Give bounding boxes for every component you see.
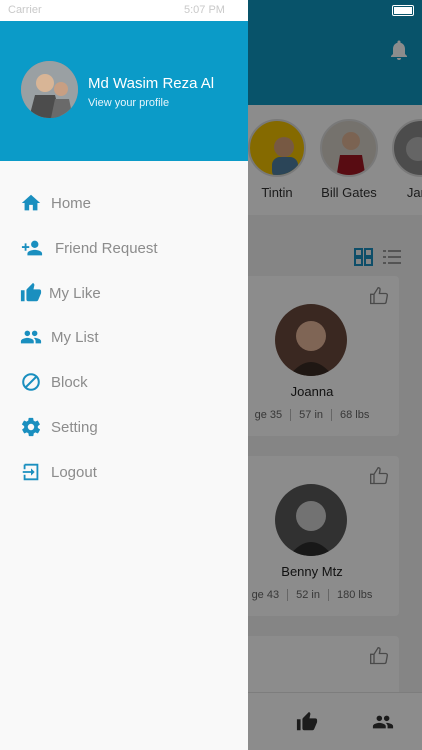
- menu-item-my-list[interactable]: My List: [0, 318, 248, 358]
- carrier-label: Carrier: [8, 4, 42, 16]
- battery-icon: [392, 5, 414, 16]
- menu-item-label: Logout: [51, 464, 97, 481]
- menu-item-label: My Like: [49, 285, 101, 302]
- menu-item-label: Friend Request: [55, 240, 158, 257]
- profile-name: Md Wasim Reza Al: [88, 75, 215, 92]
- home-icon: [21, 194, 41, 211]
- people-icon: [20, 330, 42, 344]
- menu-item-label: Block: [51, 374, 88, 391]
- menu-item-logout[interactable]: Logout: [0, 453, 248, 493]
- menu-item-friend-request[interactable]: Friend Request: [0, 229, 248, 269]
- status-bar: Carrier 5:07 PM: [0, 0, 422, 20]
- logout-icon: [22, 463, 39, 481]
- view-profile-link[interactable]: View your profile: [88, 97, 169, 109]
- menu-item-label: Setting: [51, 419, 98, 436]
- menu-item-home[interactable]: Home: [0, 184, 248, 224]
- block-icon: [22, 373, 40, 391]
- avatar[interactable]: [21, 61, 78, 118]
- thumb-up-icon: [20, 282, 42, 302]
- gear-icon: [21, 417, 41, 437]
- menu-item-label: Home: [51, 195, 92, 212]
- menu-item-block[interactable]: Block: [0, 363, 248, 403]
- menu-item-my-like[interactable]: My Like: [0, 274, 248, 314]
- menu-item-setting[interactable]: Setting: [0, 408, 248, 448]
- person-add-icon: [21, 240, 43, 256]
- drawer-header[interactable]: Md Wasim Reza Al View your profile: [0, 21, 248, 161]
- status-time: 5:07 PM: [184, 4, 225, 16]
- navigation-drawer: Md Wasim Reza Al View your profile Home …: [0, 0, 248, 750]
- menu-item-label: My List: [51, 329, 99, 346]
